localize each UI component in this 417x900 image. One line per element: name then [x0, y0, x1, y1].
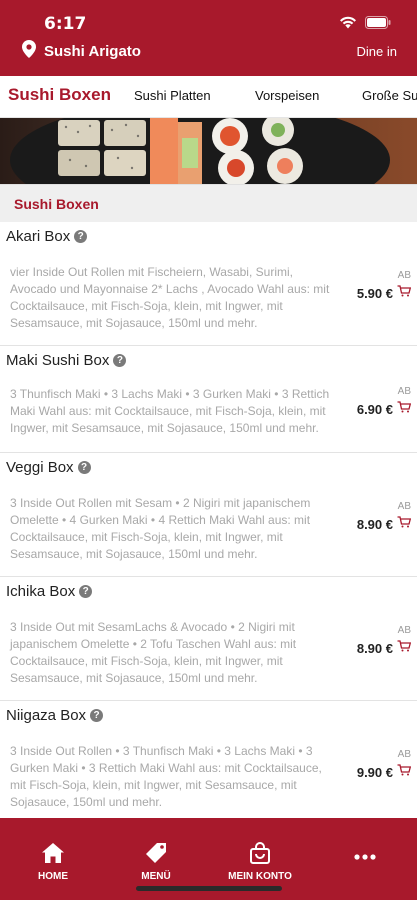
cart-icon[interactable] [397, 284, 412, 302]
price-row[interactable]: 6.90 € [356, 400, 412, 418]
nav-menu[interactable]: MENÜ [116, 842, 196, 882]
menu-item-name: Niigaza Box [6, 707, 87, 724]
status-time: 6:17 [44, 14, 87, 34]
status-icons [339, 16, 391, 34]
info-icon[interactable]: ? [113, 354, 127, 367]
menu-item-title: Ichika Box ? [6, 583, 93, 600]
wifi-icon [339, 16, 357, 34]
menu-item-title: Akari Box ? [6, 228, 88, 245]
nav-account[interactable]: MEIN KONTO [220, 842, 300, 882]
tab-sushi-platten[interactable]: Sushi Platten [134, 88, 211, 103]
price-row[interactable]: 9.90 € [356, 763, 412, 781]
app-header: 6:17 Sushi Arigato Dine in [0, 0, 417, 76]
location-name: Sushi Arigato [44, 43, 141, 60]
menu-item-price: 8.90 € [356, 516, 393, 532]
price-prefix: AB [397, 270, 411, 281]
menu-item-name: Akari Box [6, 228, 71, 245]
menu-item[interactable]: Ichika Box ? 3 Inside Out mit SesamLachs… [0, 577, 417, 701]
price-prefix: AB [397, 749, 411, 760]
section-header: Sushi Boxen [0, 184, 417, 222]
menu-item-description: 3 Inside Out mit SesamLachs & Avocado • … [10, 620, 297, 685]
menu-item-name: Veggi Box [6, 459, 74, 476]
home-indicator [136, 886, 282, 891]
price-prefix: AB [397, 386, 411, 397]
menu-item-price: 6.90 € [356, 401, 393, 417]
category-tabs: Sushi Boxen Sushi Platten Vorspeisen Gro… [0, 76, 417, 118]
price-row[interactable]: 8.90 € [356, 639, 412, 657]
home-icon [41, 843, 65, 868]
menu-item-name: Maki Sushi Box [6, 352, 110, 369]
battery-icon [365, 16, 391, 34]
menu-item-description: 3 Inside Out Rollen mit Sesam • 2 Nigiri… [10, 496, 311, 561]
menu-item[interactable]: Akari Box ? vier Inside Out Rollen mit F… [0, 222, 417, 346]
category-banner-image [0, 118, 417, 184]
price-prefix: AB [397, 625, 411, 636]
cart-icon[interactable] [397, 515, 412, 533]
info-icon[interactable]: ? [77, 461, 91, 474]
nav-home-label: HOME [38, 871, 68, 882]
nav-more[interactable] [325, 848, 405, 866]
nav-account-label: MEIN KONTO [228, 871, 292, 882]
location-selector[interactable]: Sushi Arigato [22, 40, 141, 63]
cart-icon[interactable] [397, 763, 412, 781]
tab-vorspeisen[interactable]: Vorspeisen [255, 88, 319, 103]
info-icon[interactable]: ? [74, 230, 88, 243]
bag-icon [248, 842, 272, 868]
menu-item-price: 8.90 € [356, 640, 393, 656]
cart-icon[interactable] [397, 639, 412, 657]
info-icon[interactable]: ? [79, 585, 93, 598]
tab-sushi-boxen[interactable]: Sushi Boxen [8, 85, 111, 105]
menu-item-price: 5.90 € [356, 285, 393, 301]
more-icon [353, 848, 377, 865]
menu-item[interactable]: Veggi Box ? 3 Inside Out Rollen mit Sesa… [0, 453, 417, 577]
menu-item[interactable]: Maki Sushi Box ? 3 Thunfisch Maki • 3 La… [0, 346, 417, 453]
location-pin-icon [22, 40, 36, 63]
menu-item[interactable]: Niigaza Box ? 3 Inside Out Rollen • 3 Th… [0, 701, 417, 825]
section-title: Sushi Boxen [14, 196, 99, 212]
menu-item-list: Akari Box ? vier Inside Out Rollen mit F… [0, 222, 417, 825]
menu-item-description: vier Inside Out Rollen mit Fischeiern, W… [10, 265, 330, 330]
menu-item-name: Ichika Box [6, 583, 76, 600]
menu-item-price: 9.90 € [356, 764, 393, 780]
menu-item-title: Veggi Box ? [6, 459, 91, 476]
menu-item-title: Maki Sushi Box ? [6, 352, 127, 369]
tab-grosse-sushi[interactable]: Große Su [362, 88, 417, 103]
tag-icon [144, 843, 168, 868]
menu-item-description: 3 Inside Out Rollen • 3 Thunfisch Maki •… [10, 744, 322, 809]
cart-icon[interactable] [397, 400, 412, 418]
menu-item-title: Niigaza Box ? [6, 707, 104, 724]
nav-menu-label: MENÜ [141, 871, 171, 882]
price-row[interactable]: 5.90 € [356, 284, 412, 302]
info-icon[interactable]: ? [90, 709, 104, 722]
nav-home[interactable]: HOME [13, 842, 93, 882]
price-prefix: AB [397, 501, 411, 512]
menu-item-description: 3 Thunfisch Maki • 3 Lachs Maki • 3 Gurk… [10, 387, 330, 435]
price-row[interactable]: 8.90 € [356, 515, 412, 533]
dine-in-toggle[interactable]: Dine in [357, 44, 397, 59]
